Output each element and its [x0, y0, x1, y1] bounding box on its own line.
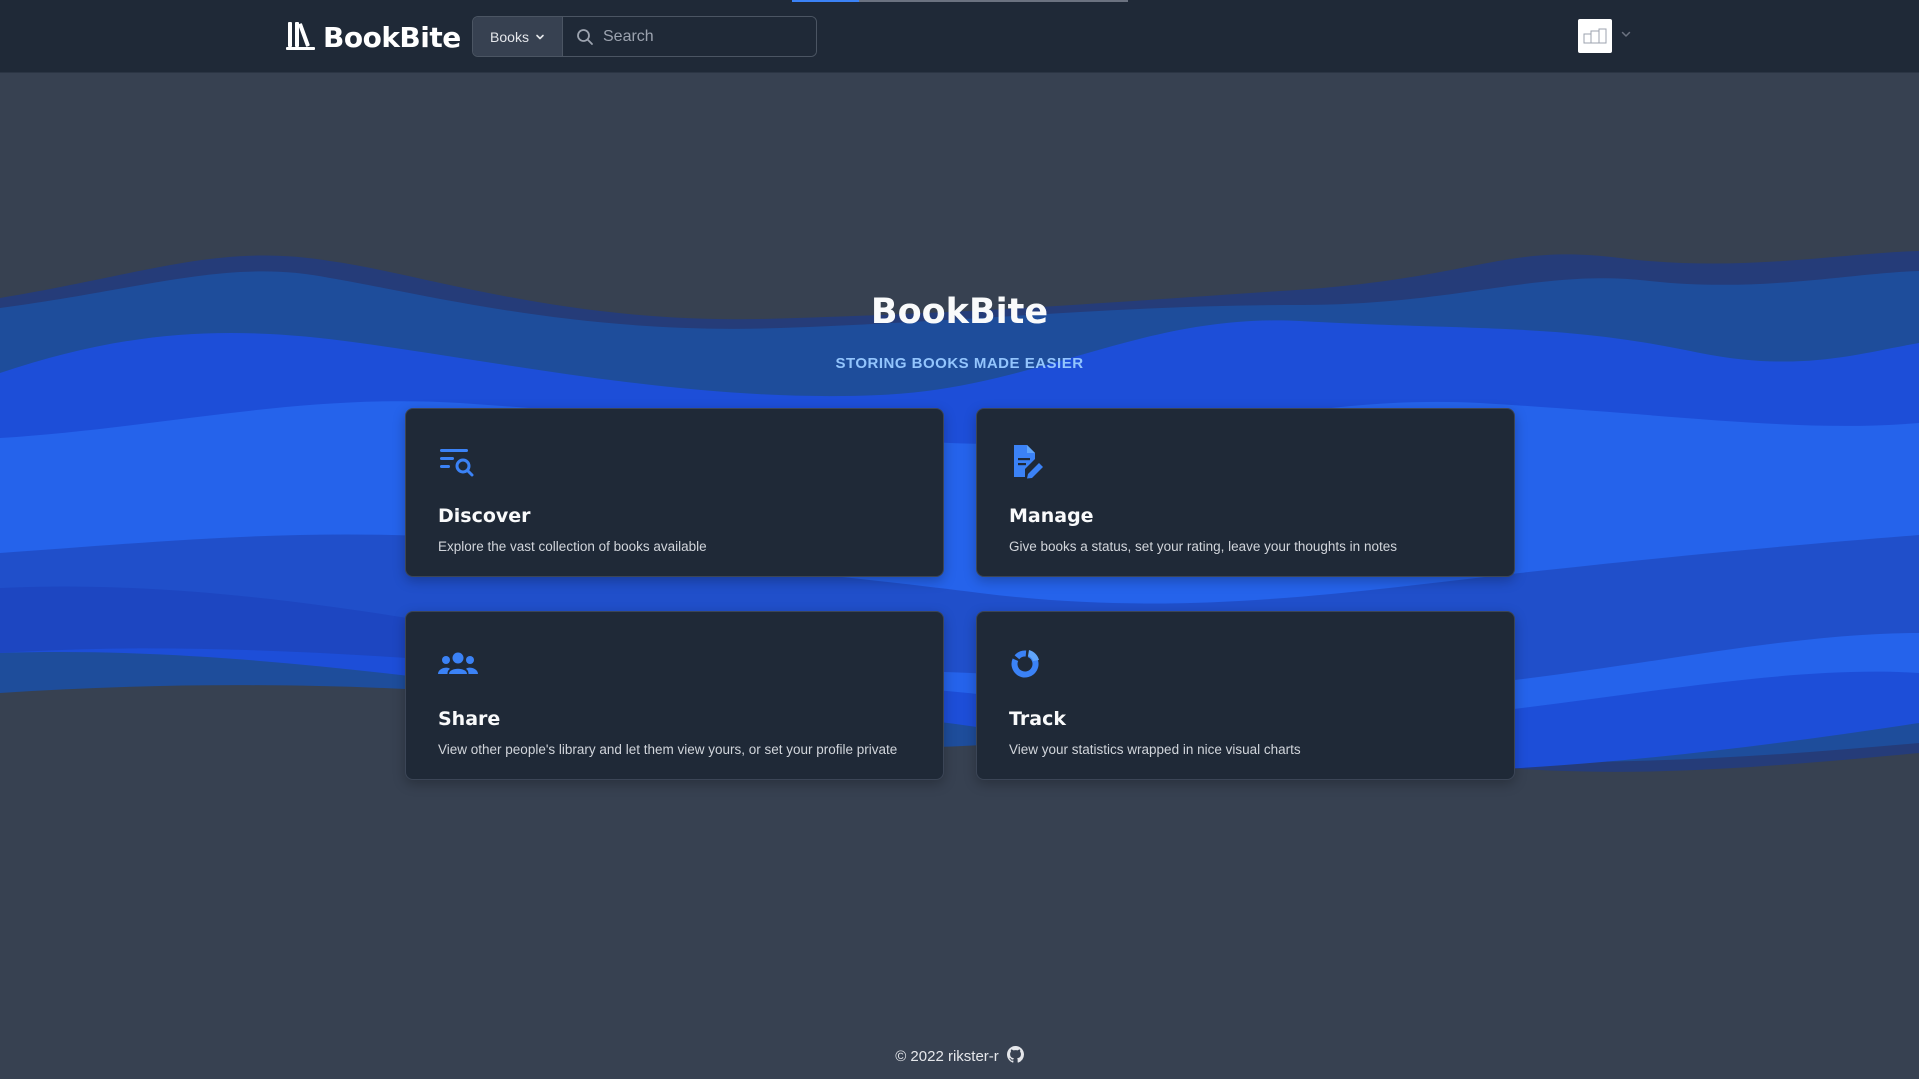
loading-progress-bar [792, 0, 1128, 2]
search-category-dropdown[interactable]: Books [473, 17, 563, 56]
feature-title: Share [438, 708, 501, 730]
feature-card-manage[interactable]: Manage Give books a status, set your rat… [976, 408, 1515, 577]
feature-card-share[interactable]: Share View other people's library and le… [405, 611, 944, 780]
feature-description: View other people's library and let them… [438, 742, 898, 757]
feature-description: View your statistics wrapped in nice vis… [1009, 742, 1301, 757]
loading-progress-fill [792, 0, 860, 2]
list-search-icon [438, 443, 474, 479]
document-edit-icon [1009, 443, 1045, 479]
hero-wave-background [0, 251, 1919, 773]
feature-description: Give books a status, set your rating, le… [1009, 539, 1397, 554]
library-books-icon [286, 19, 316, 56]
feature-card-discover[interactable]: Discover Explore the vast collection of … [405, 408, 944, 577]
search-group: Books [472, 16, 817, 57]
donut-chart-icon [1009, 646, 1045, 682]
search-icon [576, 28, 594, 51]
search-category-label: Books [490, 28, 529, 45]
avatar [1578, 19, 1612, 53]
hero-title: BookBite [870, 292, 1049, 332]
feature-card-track[interactable]: Track View your statistics wrapped in ni… [976, 611, 1515, 780]
hero-subtitle: STORING BOOKS MADE EASIER [835, 355, 1084, 372]
chevron-down-icon [535, 29, 545, 45]
footer: © 2022 rikster-r [0, 1046, 1919, 1067]
feature-title: Manage [1009, 505, 1094, 527]
feature-title: Track [1009, 708, 1066, 730]
brand-name: BookBite [323, 20, 461, 54]
search-input[interactable] [563, 17, 816, 56]
github-icon [1006, 1046, 1024, 1067]
feature-title: Discover [438, 505, 531, 527]
top-navbar: BookBite Books [0, 0, 1919, 73]
copyright-text: © 2022 rikster-r [895, 1048, 999, 1065]
chevron-down-icon [1620, 27, 1632, 45]
brand-logo-link[interactable]: BookBite [286, 20, 461, 54]
users-group-icon [438, 646, 478, 682]
search-box [563, 17, 816, 56]
github-link[interactable] [1006, 1046, 1024, 1067]
feature-description: Explore the vast collection of books ava… [438, 539, 707, 554]
user-menu-toggle[interactable] [1578, 19, 1632, 53]
